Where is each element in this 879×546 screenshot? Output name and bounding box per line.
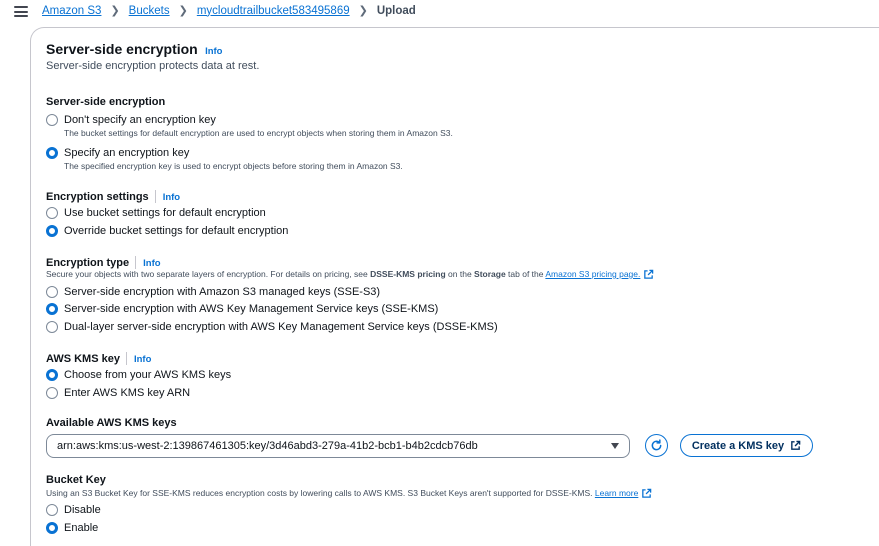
desc-text: Secure your objects with two separate la… [46, 269, 371, 279]
divider [135, 256, 137, 270]
radio-override-bucket-settings[interactable]: Override bucket settings for default enc… [46, 224, 288, 238]
radio-dont-specify-key[interactable]: Don't specify an encryption key The buck… [46, 113, 453, 138]
radio-label: Use bucket settings for default encrypti… [64, 207, 266, 219]
encryption-type-description: Secure your objects with two separate la… [46, 269, 654, 280]
top-bar: Amazon S3 ❯ Buckets ❯ mycloudtrailbucket… [0, 0, 879, 24]
sse-label: Server-side encryption [46, 96, 166, 108]
radio-label: Server-side encryption with AWS Key Mana… [64, 303, 439, 315]
divider [125, 352, 127, 366]
breadcrumb-current: Upload [376, 4, 416, 17]
radio-button[interactable] [46, 321, 58, 333]
desc-bold: DSSE-KMS pricing [370, 269, 446, 279]
hamburger-menu-icon[interactable] [14, 6, 28, 17]
radio-sse-kms[interactable]: Server-side encryption with AWS Key Mana… [46, 302, 438, 316]
refresh-button[interactable] [645, 434, 668, 457]
radio-button[interactable] [46, 207, 58, 219]
radio-button[interactable] [46, 387, 58, 399]
breadcrumb: Amazon S3 ❯ Buckets ❯ mycloudtrailbucket… [42, 4, 416, 18]
bucket-key-description: Using an S3 Bucket Key for SSE-KMS reduc… [46, 488, 652, 499]
radio-button[interactable] [46, 286, 58, 298]
kms-key-label: AWS KMS key [46, 353, 120, 365]
section-info-link[interactable]: Info [205, 46, 222, 57]
radio-button[interactable] [46, 114, 58, 126]
breadcrumb-amazon-s3[interactable]: Amazon S3 [42, 5, 101, 17]
radio-label: Enter AWS KMS key ARN [64, 387, 191, 399]
radio-description: The specified encryption key is used to … [64, 161, 403, 171]
bucket-key-label: Bucket Key [46, 474, 106, 486]
radio-dsse-kms[interactable]: Dual-layer server-side encryption with A… [46, 320, 498, 334]
learn-more-link[interactable]: Learn more [595, 488, 638, 498]
desc-text: tab of the [505, 269, 546, 279]
radio-button[interactable] [46, 522, 58, 534]
section-title: Server-side encryption [46, 41, 198, 57]
s3-pricing-link[interactable]: Amazon S3 pricing page. [545, 269, 640, 279]
radio-label: Server-side encryption with Amazon S3 ma… [64, 286, 381, 298]
external-link-icon[interactable] [641, 488, 652, 499]
encryption-type-label: Encryption type [46, 257, 130, 269]
encryption-settings-info-link[interactable]: Info [163, 192, 180, 203]
radio-button[interactable] [46, 225, 58, 237]
available-kms-keys-label: Available AWS KMS keys [46, 417, 177, 429]
create-kms-key-button[interactable]: Create a KMS key [680, 434, 813, 457]
encryption-type-info-link[interactable]: Info [143, 258, 160, 269]
external-link-icon[interactable] [643, 269, 654, 280]
encryption-settings-header: Encryption settings Info [46, 189, 180, 204]
radio-choose-kms-keys[interactable]: Choose from your AWS KMS keys [46, 368, 231, 382]
encryption-type-header: Encryption type Info [46, 255, 161, 270]
radio-label: Dual-layer server-side encryption with A… [64, 321, 498, 333]
kms-key-header: AWS KMS key Info [46, 351, 151, 366]
kms-key-info-link[interactable]: Info [134, 354, 151, 365]
chevron-right-icon: ❯ [178, 5, 188, 17]
radio-enter-kms-arn[interactable]: Enter AWS KMS key ARN [46, 386, 190, 400]
radio-specify-key[interactable]: Specify an encryption key The specified … [46, 146, 403, 171]
desc-text: Using an S3 Bucket Key for SSE-KMS reduc… [46, 488, 593, 498]
refresh-icon [651, 439, 662, 451]
radio-label: Specify an encryption key [64, 147, 190, 159]
external-link-icon [791, 440, 801, 450]
breadcrumb-buckets[interactable]: Buckets [129, 5, 170, 17]
kms-key-select[interactable]: arn:aws:kms:us-west-2:139867461305:key/3… [46, 434, 630, 458]
radio-label: Enable [64, 522, 99, 534]
breadcrumb-bucket-name[interactable]: mycloudtrailbucket583495869 [197, 5, 350, 17]
divider [154, 190, 156, 204]
section-description: Server-side encryption protects data at … [46, 60, 260, 72]
desc-text: on the [445, 269, 475, 279]
radio-use-bucket-settings[interactable]: Use bucket settings for default encrypti… [46, 206, 266, 220]
desc-bold: Storage [474, 269, 506, 279]
radio-button[interactable] [46, 303, 58, 315]
radio-bucket-key-disable[interactable]: Disable [46, 503, 101, 517]
caret-down-icon [611, 443, 619, 449]
radio-description: The bucket settings for default encrypti… [64, 128, 453, 138]
section-header: Server-side encryption Info [46, 41, 223, 57]
chevron-right-icon: ❯ [110, 5, 120, 17]
radio-label: Disable [64, 504, 101, 516]
radio-sse-s3[interactable]: Server-side encryption with Amazon S3 ma… [46, 285, 380, 299]
radio-label: Choose from your AWS KMS keys [64, 369, 232, 381]
radio-button[interactable] [46, 147, 58, 159]
kms-key-select-value: arn:aws:kms:us-west-2:139867461305:key/3… [57, 440, 478, 452]
encryption-settings-label: Encryption settings [46, 191, 149, 203]
radio-button[interactable] [46, 504, 58, 516]
radio-label: Don't specify an encryption key [64, 114, 216, 126]
chevron-right-icon: ❯ [358, 5, 368, 17]
radio-label: Override bucket settings for default enc… [64, 225, 289, 237]
create-kms-key-label: Create a KMS key [691, 439, 785, 452]
radio-bucket-key-enable[interactable]: Enable [46, 521, 98, 535]
radio-button[interactable] [46, 369, 58, 381]
